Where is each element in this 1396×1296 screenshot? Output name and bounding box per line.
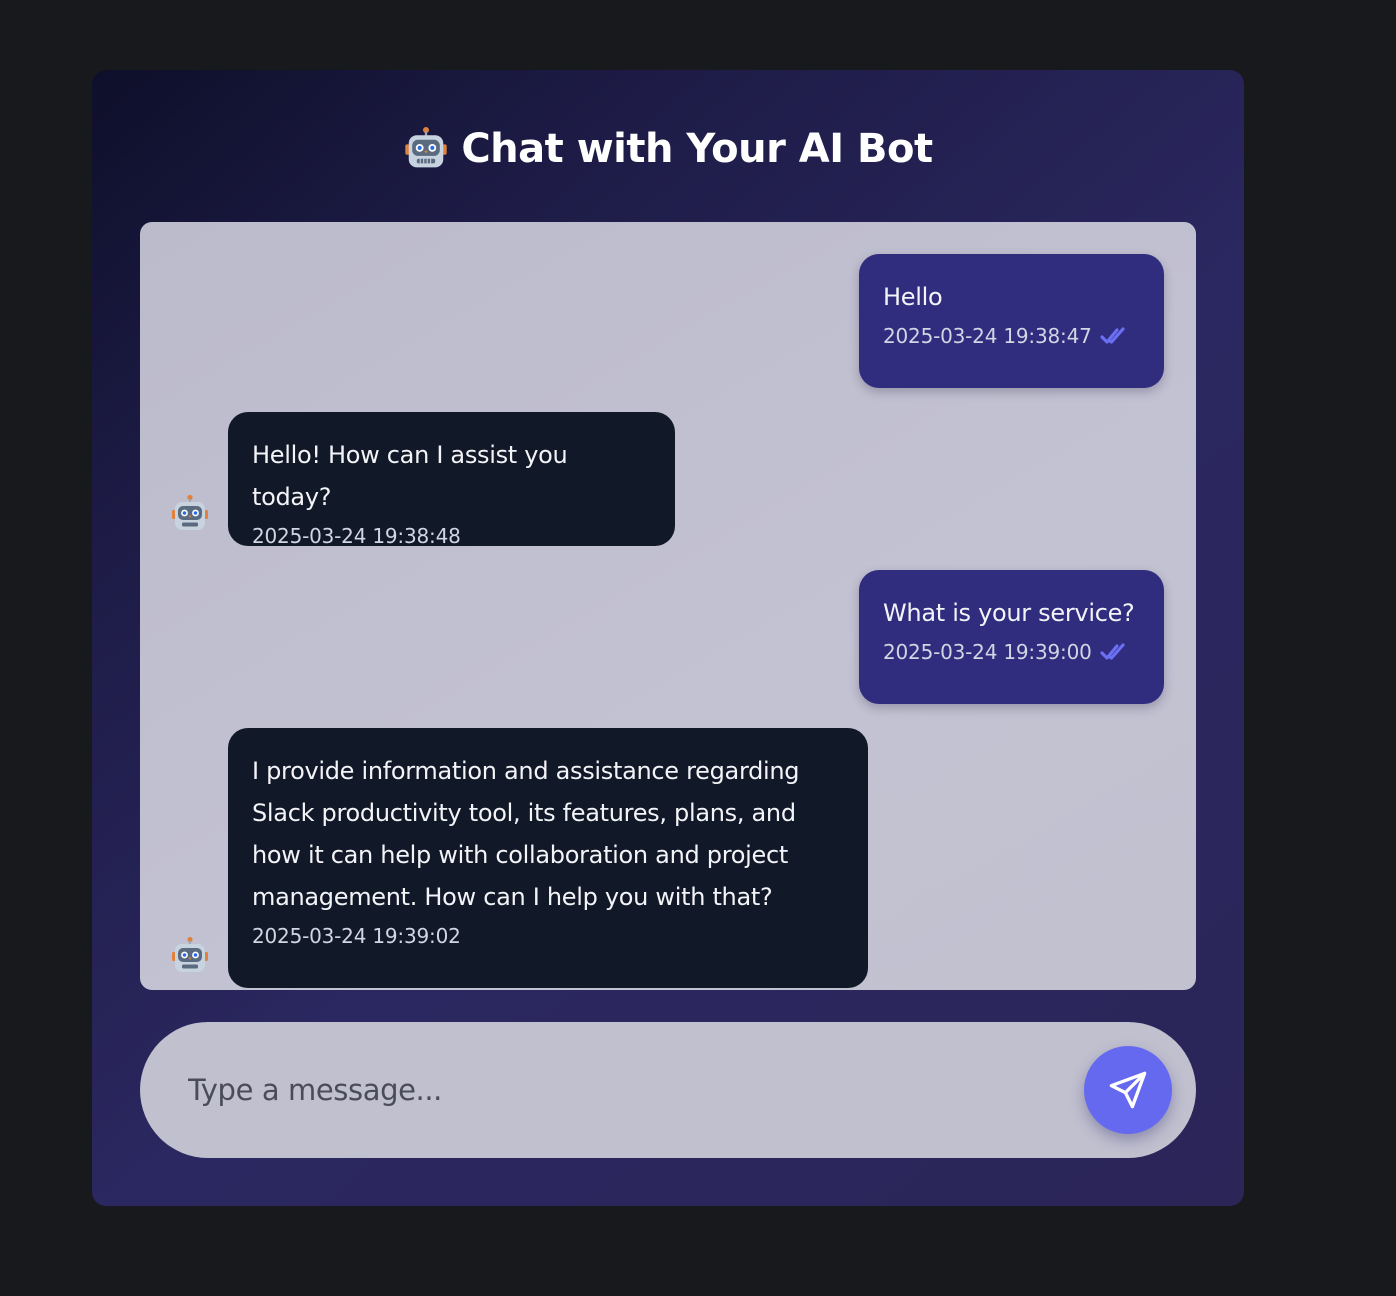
message-text-line: how it can help with collaboration and p… [252,841,788,869]
page-title-text: Chat with Your AI Bot [461,126,933,172]
message-text-line: I provide information and assistance reg… [252,757,800,785]
message-text: What is your service? [883,599,1135,627]
message-list[interactable]: Hello 2025-03-24 19:38:47 Hello! How can… [140,222,1196,990]
user-message: What is your service? 2025-03-24 19:39:0… [859,570,1164,704]
message-text-line: management. How can I help you with that… [252,883,773,911]
message-meta: 2025-03-24 19:38:47 [883,324,1140,348]
message-timestamp: 2025-03-24 19:38:47 [883,324,1092,348]
bot-message: Hello! How can I assist you today? 2025-… [228,412,675,548]
message-timestamp: 2025-03-24 19:39:02 [252,924,461,948]
send-icon [1109,1071,1147,1109]
send-button[interactable] [1084,1046,1172,1134]
double-check-icon [1100,327,1125,344]
message-timestamp: 2025-03-24 19:38:48 [252,524,461,548]
message-text: Hello [883,283,943,311]
message-input[interactable] [188,1060,1068,1120]
message-meta: 2025-03-24 19:39:00 [883,640,1140,664]
message-meta: 2025-03-24 19:39:02 [252,924,844,948]
message-timestamp: 2025-03-24 19:39:00 [883,640,1092,664]
page-title: Chat with Your AI Bot [92,126,1244,172]
double-check-icon [1100,643,1125,660]
message-text: Hello! How can I assist you today? [252,441,568,511]
robot-icon [172,494,208,530]
message-composer [140,1022,1196,1158]
robot-icon [172,936,208,972]
bot-message: I provide information and assistance reg… [228,728,868,988]
message-meta: 2025-03-24 19:38:48 [252,524,651,548]
robot-icon [405,127,448,168]
message-text-line: Slack productivity tool, its features, p… [252,799,796,827]
user-message: Hello 2025-03-24 19:38:47 [859,254,1164,388]
chat-card: Chat with Your AI Bot Hello 2025-03-24 1… [92,70,1244,1206]
